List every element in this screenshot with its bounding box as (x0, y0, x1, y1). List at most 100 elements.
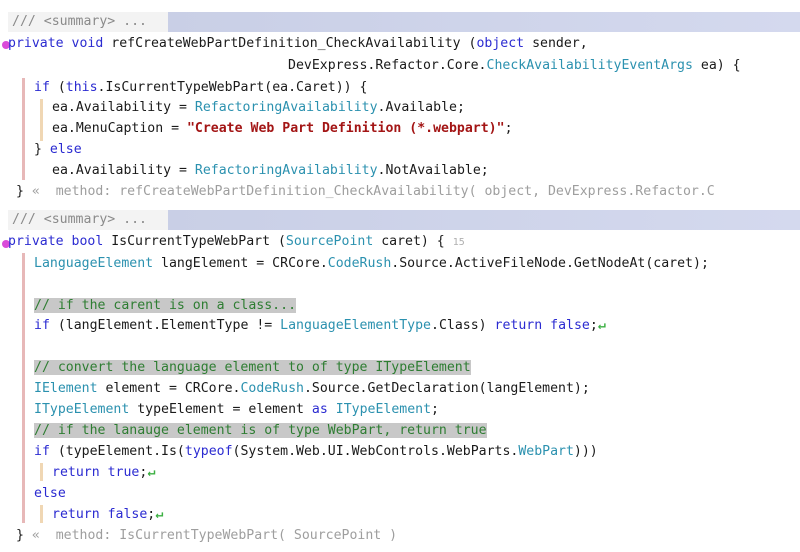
code-text: .Class) (431, 318, 495, 333)
code-text: ea.Availability = (52, 100, 195, 115)
code-line: ITypeElement typeElement = element as IT… (34, 400, 439, 420)
code-text: .Available; (377, 100, 465, 115)
closing-brace: } (16, 184, 24, 199)
complexity-badge: 15 (452, 237, 465, 248)
return-arrow-icon: ↵ (597, 318, 606, 333)
structure-guide (40, 505, 43, 523)
code-text: ea.MenuCaption = (52, 121, 187, 136)
keyword: else (49, 142, 82, 157)
type-name[interactable]: RefactoringAvailability (195, 100, 378, 115)
keyword: typeof (184, 444, 233, 459)
return-arrow-icon: ↵ (147, 465, 156, 480)
method-end-hint[interactable]: « method: IsCurrentTypeWebPart( SourcePo… (32, 528, 397, 543)
code-line: // if the lanauge element is of type Web… (34, 421, 487, 441)
comment: // if the lanauge element is of type Web… (34, 423, 487, 438)
code-text: ea) { (692, 58, 741, 73)
code-text: ; (431, 402, 439, 417)
code-text: } (34, 142, 50, 157)
code-line: DevExpress.Refactor.Core.CheckAvailabili… (288, 56, 741, 76)
keyword: else (34, 486, 66, 501)
structure-guide (40, 463, 43, 481)
code-line: if (typeElement.Is(typeof(System.Web.UI.… (34, 442, 598, 462)
code-text: sender, (524, 36, 588, 51)
string-literal: "Create Web Part Definition (*.webpart)" (186, 121, 505, 136)
code-line: ea.Availability = RefactoringAvailabilit… (52, 98, 465, 118)
code-line: if (this.IsCurrentTypeWebPart(ea.Caret))… (34, 78, 368, 98)
keyword: return (52, 507, 100, 522)
code-text: ; (504, 121, 513, 136)
summary-collapsed-1[interactable]: /// <summary> ... (8, 12, 800, 32)
code-line: else (34, 484, 66, 504)
code-text: ))) (573, 444, 598, 459)
keyword: return (52, 465, 100, 480)
code-line: } « method: IsCurrentTypeWebPart( Source… (16, 526, 397, 546)
method-name[interactable]: IsCurrentTypeWebPart ( (103, 234, 286, 249)
code-line: return false;↵ (52, 505, 163, 525)
code-line: // convert the language element to of ty… (34, 358, 471, 378)
comment: // convert the language element to of ty… (34, 360, 471, 375)
keyword: if (34, 80, 50, 95)
keyword: if (34, 444, 50, 459)
code-line: IElement element = CRCore.CodeRush.Sourc… (34, 379, 590, 399)
structure-guide (40, 99, 43, 141)
code-line: LanguageElement langElement = CRCore.Cod… (34, 254, 709, 274)
type-name[interactable]: ITypeElement (336, 402, 431, 417)
structure-guide (22, 253, 25, 523)
code-text: ea.Availability = (52, 163, 195, 178)
code-text: ; (589, 318, 598, 333)
summary-collapsed-2[interactable]: /// <summary> ... (8, 210, 800, 230)
code-text: .Source.ActiveFileNode.GetNodeAt(caret); (391, 256, 709, 271)
code-text: .NotAvailable; (377, 163, 489, 178)
type-name[interactable]: CodeRush (328, 256, 392, 271)
method-name[interactable]: refCreateWebPartDefinition_CheckAvailabi… (111, 36, 460, 51)
keyword: bool (71, 234, 104, 249)
keyword: as (311, 402, 328, 417)
structure-guide (22, 78, 25, 180)
code-text: langElement = CRCore. (153, 256, 328, 271)
keyword: false (550, 318, 590, 333)
code-line: private bool IsCurrentTypeWebPart (Sourc… (8, 232, 465, 252)
code-line: // if the carent is on a class... (34, 296, 297, 316)
code-line: ea.MenuCaption = "Create Web Part Defini… (52, 119, 513, 139)
type-name[interactable]: LanguageElement (34, 256, 153, 271)
keyword: void (71, 36, 104, 51)
type-name[interactable]: CheckAvailabilityEventArgs (487, 58, 693, 73)
code-text: caret) { (373, 234, 445, 249)
keyword: true (107, 465, 140, 480)
code-text: .IsCurrentTypeWebPart(ea.Caret)) { (97, 80, 368, 95)
code-text: .Source.GetDeclaration(langElement); (303, 381, 590, 396)
type-name[interactable]: LanguageElementType (280, 318, 431, 333)
code-line: ea.Availability = RefactoringAvailabilit… (52, 161, 489, 181)
type-name[interactable]: SourcePoint (286, 234, 373, 249)
code-text: ( (49, 80, 66, 95)
keyword: private (8, 36, 64, 51)
type-name[interactable]: WebPart (518, 444, 574, 459)
keyword: return (494, 318, 543, 333)
keyword: private (8, 234, 64, 249)
keyword: object (476, 36, 525, 51)
keyword: false (107, 507, 148, 522)
comment: // if the carent is on a class... (34, 298, 297, 313)
method-end-hint[interactable]: « method: refCreateWebPartDefinition_Che… (32, 184, 715, 199)
code-line: } else (34, 140, 82, 160)
code-text: ( (460, 36, 477, 51)
code-text: DevExpress.Refactor.Core. (288, 58, 487, 73)
code-text: (typeElement.Is( (49, 444, 185, 459)
code-line: return true;↵ (52, 463, 155, 483)
code-text: (System.Web.UI.WebControls.WebParts. (232, 444, 519, 459)
type-name[interactable]: IElement (34, 381, 98, 396)
code-text: typeElement = element (129, 402, 312, 417)
code-line: if (langElement.ElementType != LanguageE… (34, 316, 606, 336)
keyword: this (65, 80, 98, 95)
return-arrow-icon: ↵ (155, 507, 164, 522)
code-line: } « method: refCreateWebPartDefinition_C… (16, 182, 715, 202)
type-name[interactable]: ITypeElement (34, 402, 129, 417)
closing-brace: } (16, 528, 24, 543)
type-name[interactable]: CodeRush (240, 381, 304, 396)
code-line: private void refCreateWebPartDefinition_… (8, 34, 588, 54)
type-name[interactable]: RefactoringAvailability (195, 163, 378, 178)
